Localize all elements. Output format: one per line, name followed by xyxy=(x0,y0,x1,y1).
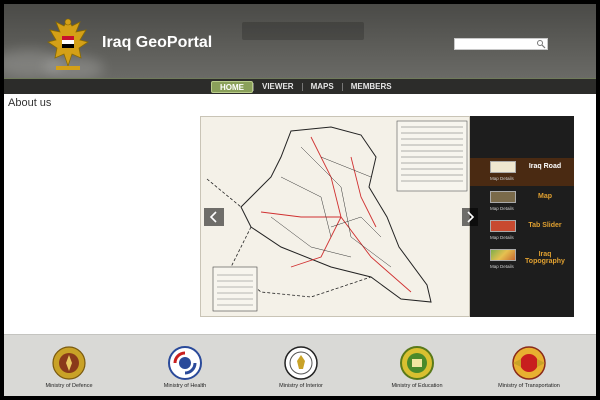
defence-seal-icon xyxy=(52,346,86,380)
slider-item-iraq-road[interactable]: Iraq Road Map Details xyxy=(470,158,574,186)
search-icon[interactable] xyxy=(536,39,546,49)
ministries-bar: Ministry of Defence Ministry of Health M… xyxy=(4,334,596,396)
chevron-right-icon[interactable] xyxy=(462,208,478,226)
eagle-emblem-icon[interactable] xyxy=(46,14,90,72)
slider-thumbnail-panel: Iraq Road Map Details Map Map Details Ta… xyxy=(470,116,574,317)
ministry-name: Ministry of Education xyxy=(391,383,443,389)
header-ghost-bar xyxy=(242,22,364,40)
interior-seal-icon xyxy=(284,346,318,380)
ministry-interior[interactable]: Ministry of Interior xyxy=(246,345,356,395)
map-details-link[interactable]: Map Details xyxy=(490,176,514,181)
health-logo-icon xyxy=(168,346,202,380)
nav-members[interactable]: MEMBERS xyxy=(343,81,400,93)
ministry-name: Ministry of Transportation xyxy=(498,383,560,389)
ministry-name: Ministry of Interior xyxy=(279,383,323,389)
map-details-link[interactable]: Map Details xyxy=(490,206,514,211)
map-details-link[interactable]: Map Details xyxy=(490,264,514,269)
nav-viewer[interactable]: VIEWER xyxy=(254,81,302,93)
ministry-name: Ministry of Defence xyxy=(45,383,93,389)
main-nav: HOME VIEWER MAPS MEMBERS xyxy=(4,78,596,94)
search-input[interactable] xyxy=(454,38,548,50)
page-frame: Iraq GeoPortal HOME VIEWER MAPS MEMBERS … xyxy=(4,4,596,396)
thumbnail-image xyxy=(490,161,516,173)
nav-maps[interactable]: MAPS xyxy=(303,81,342,93)
thumbnail-image xyxy=(490,220,516,232)
map-details-link[interactable]: Map Details xyxy=(490,235,514,240)
slider-item-title: Iraq Topography xyxy=(525,251,565,265)
transportation-emblem-icon xyxy=(512,346,546,380)
slider-item-title: Tab Slider xyxy=(528,222,562,229)
slider-item-title: Map xyxy=(538,193,552,200)
iraq-road-map-illustration xyxy=(201,117,469,316)
chevron-left-icon[interactable] xyxy=(204,208,224,226)
slider-item-map[interactable]: Map Map Details xyxy=(470,188,574,216)
map-image[interactable] xyxy=(200,116,470,317)
map-slider: Iraq Road Map Details Map Map Details Ta… xyxy=(200,116,574,317)
ministry-education[interactable]: Ministry of Education xyxy=(362,345,472,395)
slider-item-iraq-topography[interactable]: Iraq Topography Map Details xyxy=(470,246,574,274)
site-header: Iraq GeoPortal xyxy=(4,4,596,78)
nav-home[interactable]: HOME xyxy=(211,81,253,93)
about-heading: About us xyxy=(8,97,52,109)
ministry-health[interactable]: Ministry of Health xyxy=(130,345,240,395)
education-seal-icon xyxy=(400,346,434,380)
ministry-defence[interactable]: Ministry of Defence xyxy=(14,345,124,395)
ministry-transportation[interactable]: Ministry of Transportation xyxy=(474,345,584,395)
thumbnail-image xyxy=(490,191,516,203)
thumbnail-image xyxy=(490,249,516,261)
slider-item-tab-slider[interactable]: Tab Slider Map Details xyxy=(470,217,574,245)
site-title[interactable]: Iraq GeoPortal xyxy=(102,34,212,52)
slider-item-title: Iraq Road xyxy=(528,163,562,170)
ministry-name: Ministry of Health xyxy=(163,383,207,389)
